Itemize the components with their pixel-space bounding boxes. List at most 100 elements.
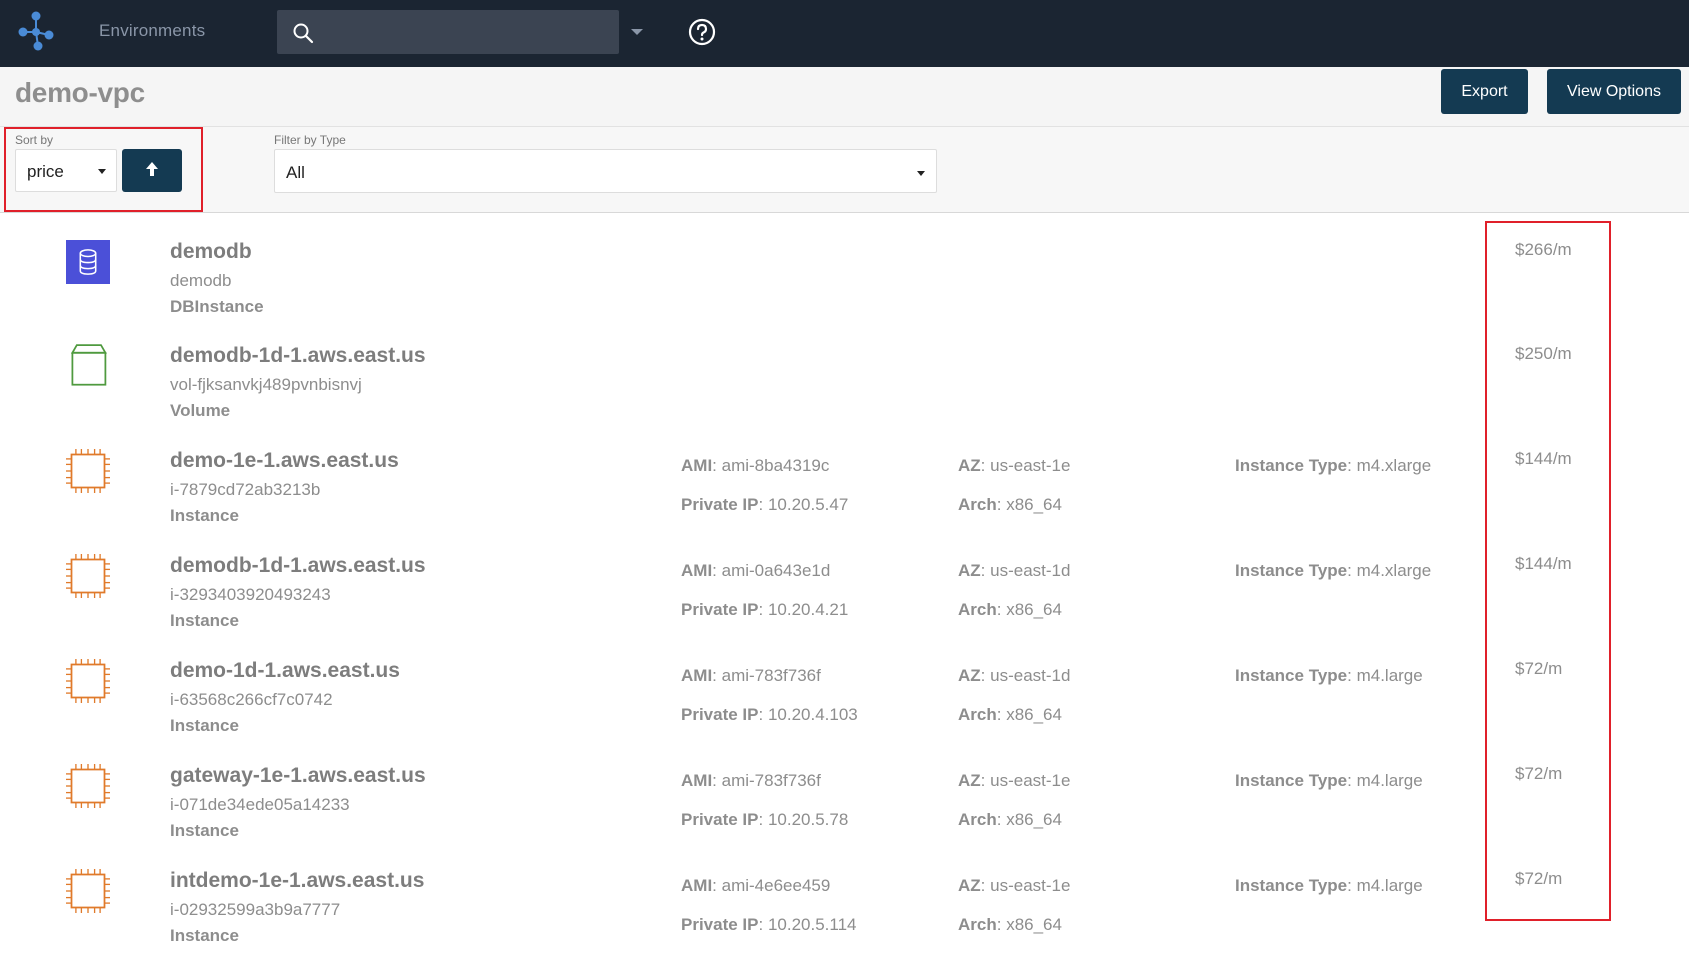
price-highlight-box — [1485, 221, 1611, 921]
resource-row[interactable]: intdemo-1e-1.aws.east.us i-02932599a3b9a… — [0, 869, 1689, 958]
ami-label: AMI — [681, 876, 713, 895]
chip-icon — [66, 764, 110, 808]
arch-label: Arch — [958, 495, 997, 514]
resource-id: i-7879cd72ab3213b — [170, 480, 321, 499]
chip-icon — [66, 869, 110, 913]
private-ip-field: Private IP: 10.20.4.21 — [681, 600, 849, 619]
instance-type-value: m4.xlarge — [1356, 561, 1432, 580]
resource-name[interactable]: gateway-1e-1.aws.east.us — [170, 764, 426, 788]
page-title: demo-vpc — [15, 77, 145, 108]
arch-value: x86_64 — [1006, 705, 1062, 724]
instance-type-value: m4.xlarge — [1356, 456, 1432, 475]
az-value: us-east-1d — [990, 561, 1071, 580]
instance-type-label: Instance Type — [1235, 561, 1348, 580]
private-ip-label: Private IP — [681, 915, 759, 934]
resource-name[interactable]: demodb — [170, 240, 252, 264]
arch-field: Arch: x86_64 — [958, 705, 1062, 724]
search-input[interactable] — [323, 10, 613, 54]
page-header: demo-vpc — [0, 67, 1689, 127]
ami-label: AMI — [681, 456, 713, 475]
resource-name[interactable]: demo-1e-1.aws.east.us — [170, 449, 399, 473]
az-field: AZ: us-east-1d — [958, 561, 1071, 580]
private-ip-label: Private IP — [681, 705, 759, 724]
arch-field: Arch: x86_64 — [958, 915, 1062, 934]
instance-type-field: Instance Type: m4.large — [1235, 771, 1423, 790]
resource-id: vol-fjksanvkj489pvnbisnvj — [170, 375, 362, 394]
resource-name[interactable]: demo-1d-1.aws.east.us — [170, 659, 400, 683]
resource-type: Instance — [170, 926, 239, 945]
az-value: us-east-1e — [990, 876, 1071, 895]
instance-type-field: Instance Type: m4.large — [1235, 666, 1423, 685]
resource-type: Volume — [170, 401, 231, 420]
private-ip-value: 10.20.5.114 — [767, 915, 857, 934]
ami-field: AMI: ami-783f736f — [681, 771, 821, 790]
az-field: AZ: us-east-1e — [958, 876, 1071, 895]
az-value: us-east-1d — [990, 666, 1071, 685]
resource-id: i-63568c266cf7c0742 — [170, 690, 333, 709]
resource-row[interactable]: demo-1e-1.aws.east.us i-7879cd72ab3213b … — [0, 449, 1689, 553]
resource-id: i-071de34ede05a14233 — [170, 795, 350, 814]
instance-type-value: m4.large — [1356, 666, 1423, 685]
arch-field: Arch: x86_64 — [958, 495, 1062, 514]
instance-type-label: Instance Type — [1235, 456, 1348, 475]
resource-row[interactable]: gateway-1e-1.aws.east.us i-071de34ede05a… — [0, 764, 1689, 868]
instance-type-field: Instance Type: m4.large — [1235, 876, 1423, 895]
arch-label: Arch — [958, 705, 997, 724]
search-box[interactable] — [277, 10, 619, 54]
instance-type-label: Instance Type — [1235, 666, 1348, 685]
private-ip-label: Private IP — [681, 495, 759, 514]
ami-field: AMI: ami-8ba4319c — [681, 456, 830, 475]
ami-value: ami-783f736f — [721, 666, 821, 685]
resource-name[interactable]: demodb-1d-1.aws.east.us — [170, 344, 426, 368]
ami-field: AMI: ami-783f736f — [681, 666, 821, 685]
resource-row[interactable]: demodb-1d-1.aws.east.us i-32934039204932… — [0, 554, 1689, 658]
ami-field: AMI: ami-0a643e1d — [681, 561, 831, 580]
az-label: AZ — [958, 456, 981, 475]
ami-label: AMI — [681, 666, 713, 685]
chip-icon — [66, 659, 110, 703]
ami-value: ami-0a643e1d — [721, 561, 831, 580]
private-ip-value: 10.20.4.103 — [767, 705, 858, 724]
search-dropdown-chevron-icon[interactable] — [630, 27, 644, 37]
nav-environments-link[interactable]: Environments — [99, 21, 205, 41]
resource-name[interactable]: demodb-1d-1.aws.east.us — [170, 554, 426, 578]
caret-down-icon — [917, 171, 925, 176]
top-nav-bar: Environments — [0, 0, 1689, 67]
az-field: AZ: us-east-1e — [958, 456, 1071, 475]
resource-name[interactable]: intdemo-1e-1.aws.east.us — [170, 869, 424, 893]
az-label: AZ — [958, 771, 981, 790]
az-field: AZ: us-east-1e — [958, 771, 1071, 790]
resource-row[interactable]: demodb demodb DBInstance $266/m — [0, 240, 1689, 344]
instance-type-value: m4.large — [1356, 876, 1423, 895]
resource-row[interactable]: demodb-1d-1.aws.east.us vol-fjksanvkj489… — [0, 344, 1689, 448]
arch-label: Arch — [958, 600, 997, 619]
arch-value: x86_64 — [1006, 810, 1062, 829]
az-label: AZ — [958, 561, 981, 580]
filter-by-type-select[interactable]: All — [274, 149, 937, 193]
database-icon — [66, 240, 110, 284]
app-logo-icon[interactable] — [16, 10, 58, 52]
resource-row[interactable]: demo-1d-1.aws.east.us i-63568c266cf7c074… — [0, 659, 1689, 763]
arch-value: x86_64 — [1006, 495, 1062, 514]
export-button[interactable]: Export — [1441, 69, 1528, 114]
chip-icon — [66, 554, 110, 598]
sort-highlight-box — [4, 127, 203, 212]
view-options-button[interactable]: View Options — [1547, 69, 1681, 114]
resource-id: demodb — [170, 271, 232, 290]
private-ip-value: 10.20.5.47 — [767, 495, 849, 514]
resource-id: i-3293403920493243 — [170, 585, 331, 604]
help-icon[interactable] — [688, 18, 716, 46]
filter-by-type-label: Filter by Type — [274, 133, 346, 147]
private-ip-label: Private IP — [681, 810, 759, 829]
private-ip-value: 10.20.5.78 — [767, 810, 849, 829]
arch-value: x86_64 — [1006, 600, 1062, 619]
resource-id: i-02932599a3b9a7777 — [170, 900, 341, 919]
private-ip-label: Private IP — [681, 600, 759, 619]
az-label: AZ — [958, 876, 981, 895]
instance-type-field: Instance Type: m4.xlarge — [1235, 561, 1432, 580]
arch-label: Arch — [958, 915, 997, 934]
instance-type-value: m4.large — [1356, 771, 1423, 790]
arch-field: Arch: x86_64 — [958, 810, 1062, 829]
instance-type-field: Instance Type: m4.xlarge — [1235, 456, 1432, 475]
ami-value: ami-4e6ee459 — [721, 876, 831, 895]
